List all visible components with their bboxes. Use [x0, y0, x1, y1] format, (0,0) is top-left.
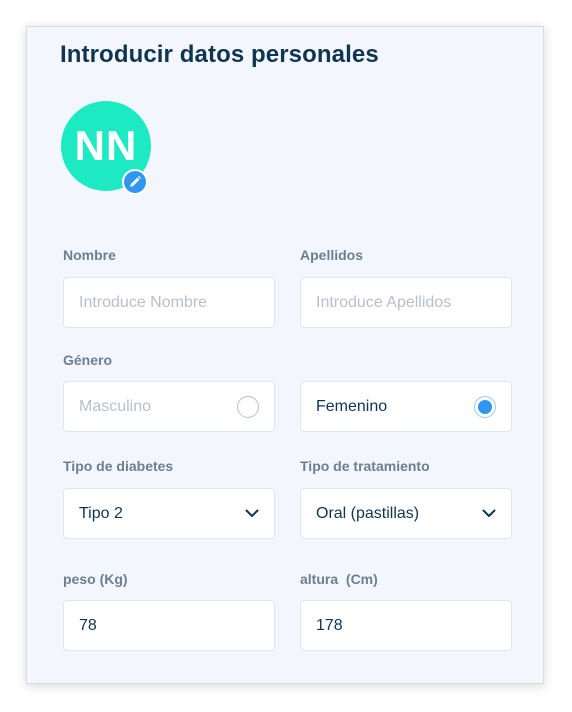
nombre-input[interactable] — [79, 293, 259, 312]
peso-label: peso (Kg) — [63, 571, 128, 587]
genero-label: Género — [63, 352, 113, 368]
altura-input[interactable] — [316, 616, 496, 635]
edit-avatar-button[interactable] — [122, 169, 148, 195]
femenino-label: Femenino — [316, 397, 388, 415]
tipo-diabetes-value: Tipo 2 — [79, 504, 123, 522]
tipo-tratamiento-label: Tipo de tratamiento — [300, 458, 430, 474]
personal-data-card: Introducir datos personales NN Nombre Ap… — [26, 26, 544, 684]
peso-field[interactable] — [63, 600, 275, 651]
altura-label: altura (Cm) — [300, 571, 378, 587]
radio-selected-dot — [478, 399, 492, 414]
tipo-diabetes-label: Tipo de diabetes — [63, 458, 174, 474]
gender-option-masculino[interactable]: Masculino — [63, 381, 275, 432]
apellidos-input[interactable] — [316, 293, 496, 312]
tipo-tratamiento-select[interactable]: Oral (pastillas) — [300, 488, 512, 539]
tipo-tratamiento-value: Oral (pastillas) — [316, 504, 420, 522]
apellidos-label: Apellidos — [300, 247, 364, 263]
masculino-radio[interactable] — [237, 395, 259, 418]
femenino-radio[interactable] — [474, 395, 496, 418]
gender-option-femenino[interactable]: Femenino — [300, 381, 512, 432]
avatar-initials: NN — [74, 122, 138, 169]
apellidos-field[interactable] — [300, 277, 512, 328]
chevron-down-icon — [245, 509, 259, 518]
masculino-label: Masculino — [79, 397, 152, 415]
altura-field[interactable] — [300, 600, 512, 651]
peso-input[interactable] — [79, 616, 259, 635]
tipo-diabetes-select[interactable]: Tipo 2 — [63, 488, 275, 539]
nombre-field[interactable] — [63, 277, 275, 328]
page-title: Introducir datos personales — [60, 41, 379, 68]
pencil-icon — [130, 175, 142, 187]
chevron-down-icon — [482, 509, 496, 518]
nombre-label: Nombre — [63, 247, 116, 263]
